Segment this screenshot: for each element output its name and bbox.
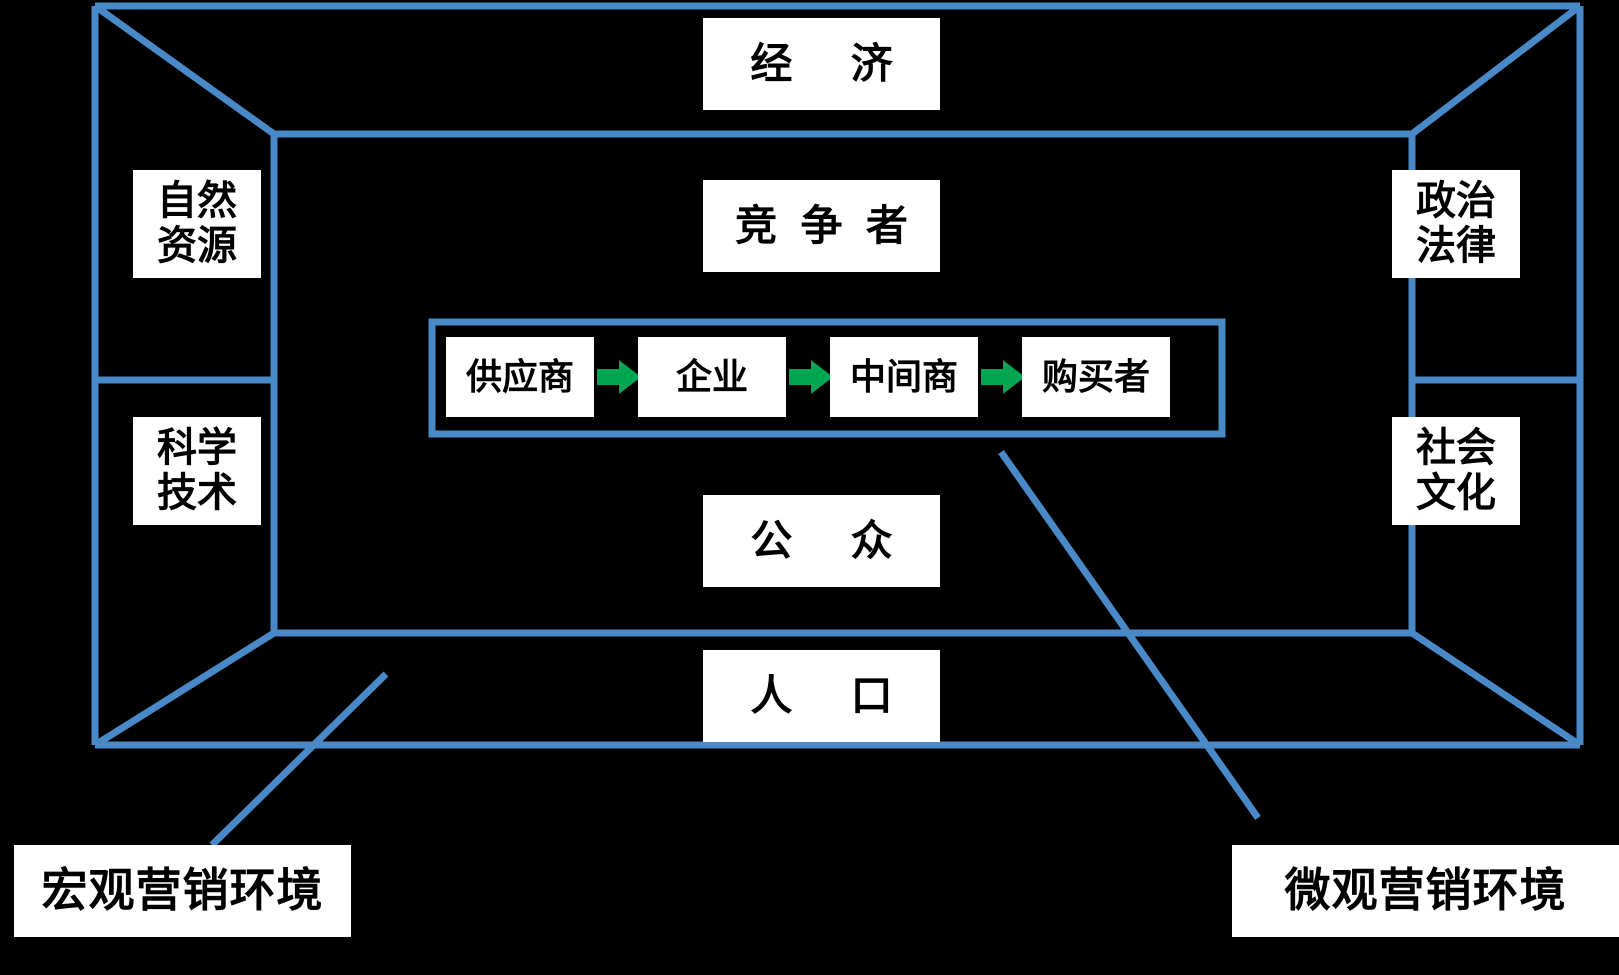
diagonal-top-left [92, 3, 277, 137]
value-chain-node-buyer: 购买者 [1022, 337, 1170, 417]
micro-factor-public: 公 众 [703, 495, 940, 587]
macro-factor-natural-resources: 自然 资源 [133, 170, 261, 278]
callout-label-macro-marketing-environment: 宏观营销环境 [14, 845, 351, 937]
diagonal-bottom-right [1410, 630, 1582, 748]
macro-factor-population: 人 口 [703, 650, 940, 742]
diagonal-top-right [1409, 3, 1583, 137]
diagonal-bottom-left [93, 630, 276, 748]
arrow-enterprise-to-distributor-icon [789, 360, 833, 394]
micro-factor-competitors: 竞 争 者 [703, 180, 940, 272]
macro-factor-economy: 经 济 [703, 18, 940, 110]
value-chain-node-distributor: 中间商 [830, 337, 978, 417]
macro-factor-social-culture: 社会 文化 [1392, 417, 1520, 525]
arrow-distributor-to-buyer-icon [981, 360, 1025, 394]
macro-factor-science-technology: 科学 技术 [133, 417, 261, 525]
macro-factor-politics-law: 政治 法律 [1392, 170, 1520, 278]
callout-label-micro-marketing-environment: 微观营销环境 [1232, 845, 1619, 937]
value-chain-node-supplier: 供应商 [446, 337, 594, 417]
macro-callout-leader [209, 671, 389, 848]
diagram-canvas: 经 济 自然 资源 科学 技术 政治 法律 社会 文化 人 口 竞 争 者 公 … [0, 0, 1619, 975]
value-chain-node-enterprise: 企业 [638, 337, 786, 417]
arrow-supplier-to-enterprise-icon [597, 360, 641, 394]
